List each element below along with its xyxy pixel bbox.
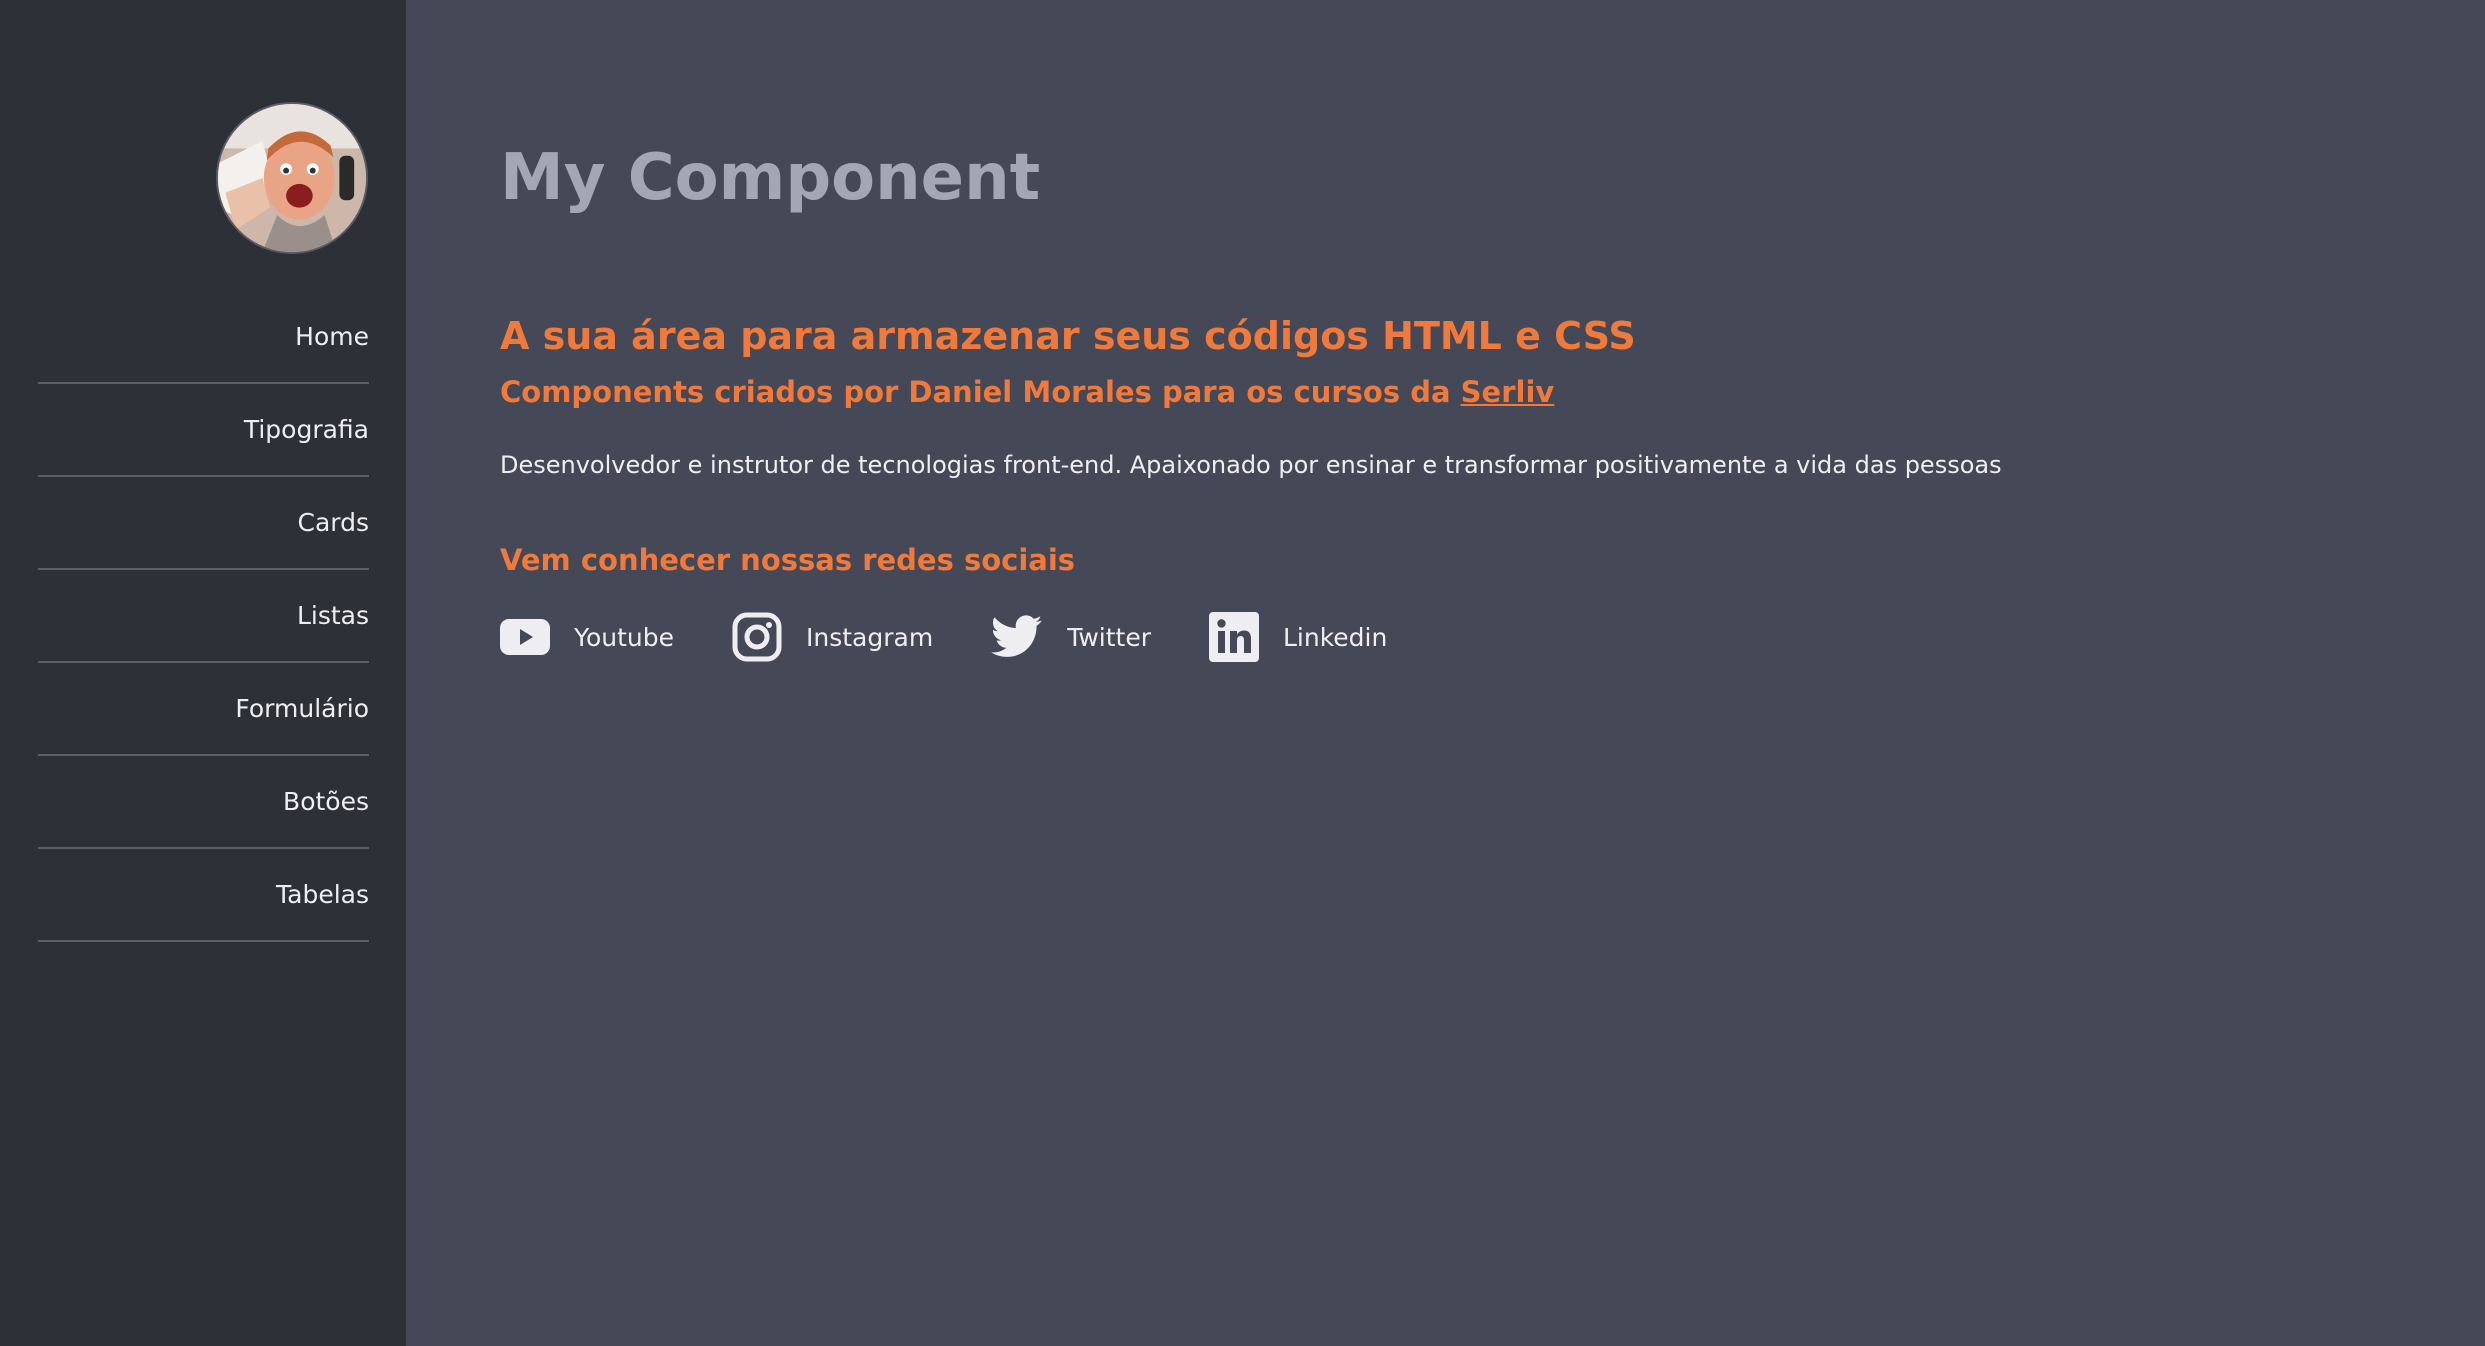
page-title: My Component <box>500 141 1041 215</box>
sidebar-item-label: Cards <box>297 508 369 537</box>
sidebar-nav: Home Tipografia Cards Listas Formulário … <box>38 291 369 942</box>
instagram-link[interactable]: Instagram <box>732 612 933 662</box>
sidebar-item-label: Botões <box>283 787 369 816</box>
sidebar-item-label: Listas <box>296 601 369 630</box>
sidebar-item-home[interactable]: Home <box>38 291 369 384</box>
main-content: My Component A sua área para armazenar s… <box>406 0 2485 1346</box>
youtube-label: Youtube <box>574 622 674 652</box>
serliv-link[interactable]: Serliv <box>1461 375 1555 409</box>
subheadline-text: Components criados por Daniel Morales pa… <box>500 375 1461 409</box>
avatar-photo <box>218 104 366 252</box>
sidebar-item-botoes[interactable]: Botões <box>38 756 369 849</box>
sidebar-item-label: Formulário <box>235 694 369 723</box>
youtube-icon <box>500 619 550 655</box>
headline: A sua área para armazenar seus códigos H… <box>500 314 1636 358</box>
avatar <box>216 102 368 254</box>
sidebar-item-listas[interactable]: Listas <box>38 570 369 663</box>
social-links: Youtube Instagram Twitter Linkedin <box>500 612 1387 662</box>
description: Desenvolvedor e instrutor de tecnologias… <box>500 451 2002 479</box>
linkedin-label: Linkedin <box>1282 622 1388 652</box>
sidebar-item-label: Tabelas <box>276 880 369 909</box>
sidebar: Home Tipografia Cards Listas Formulário … <box>0 0 406 1346</box>
youtube-link[interactable]: Youtube <box>500 619 674 655</box>
app-layout: Home Tipografia Cards Listas Formulário … <box>0 0 2485 1346</box>
instagram-icon <box>732 612 782 662</box>
sidebar-item-label: Home <box>295 322 369 351</box>
sidebar-item-tabelas[interactable]: Tabelas <box>38 849 369 942</box>
sidebar-item-formulario[interactable]: Formulário <box>38 663 369 756</box>
twitter-label: Twitter <box>1067 622 1151 652</box>
subheadline: Components criados por Daniel Morales pa… <box>500 375 1554 410</box>
linkedin-link[interactable]: Linkedin <box>1208 612 1388 662</box>
sidebar-item-tipografia[interactable]: Tipografia <box>38 384 369 477</box>
instagram-label: Instagram <box>806 622 934 652</box>
sidebar-item-label: Tipografia <box>243 415 369 444</box>
sidebar-item-cards[interactable]: Cards <box>38 477 369 570</box>
linkedin-icon <box>1208 612 1259 662</box>
twitter-link[interactable]: Twitter <box>991 615 1151 659</box>
social-title: Vem conhecer nossas redes sociais <box>500 543 1076 577</box>
twitter-icon <box>991 615 1043 657</box>
